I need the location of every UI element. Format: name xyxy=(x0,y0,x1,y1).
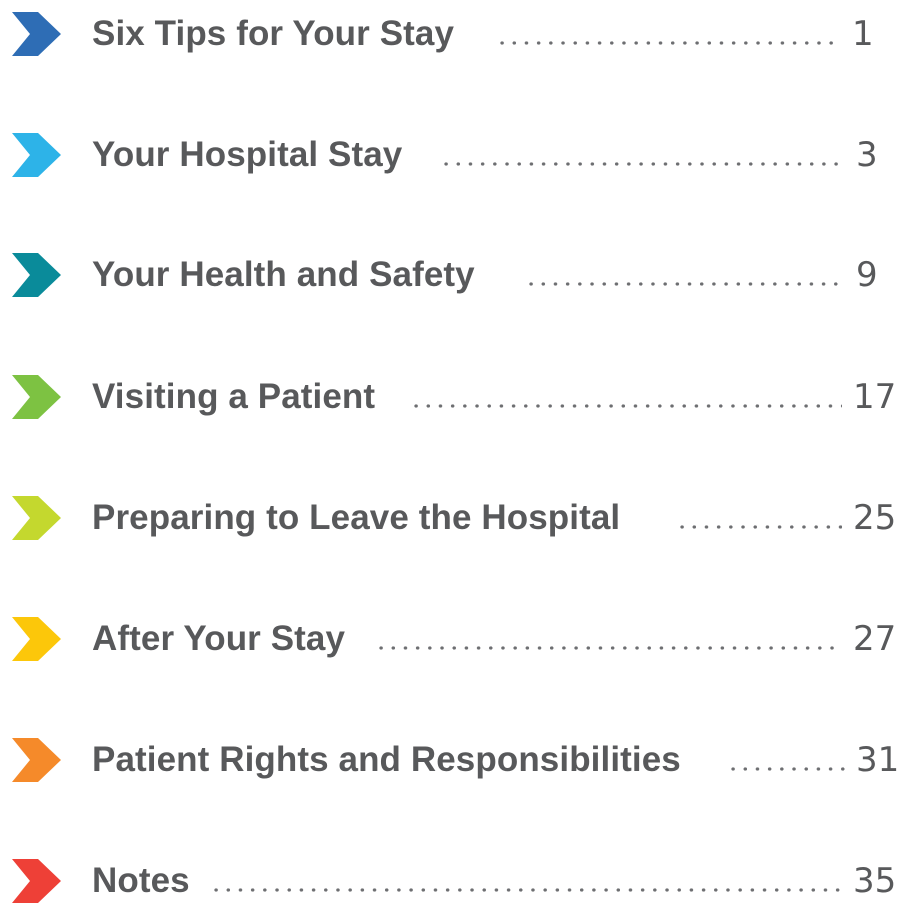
chevron-right-icon xyxy=(12,375,61,419)
toc-entry-title: Your Health and Safety xyxy=(92,255,475,294)
dot-leader xyxy=(210,887,845,893)
toc-entry-title: Preparing to Leave the Hospital xyxy=(92,498,621,537)
chevron-shape xyxy=(12,496,61,540)
chevron-right-icon xyxy=(12,253,61,297)
chevron-shape xyxy=(12,859,61,903)
toc-entry-title: After Your Stay xyxy=(92,619,346,658)
toc-entry-title: Six Tips for Your Stay xyxy=(92,14,455,53)
chevron-shape xyxy=(12,12,61,56)
dot-leader xyxy=(727,766,845,772)
chevron-shape xyxy=(12,133,61,177)
chevron-right-icon xyxy=(12,12,61,56)
dot-leader xyxy=(496,40,841,46)
chevron-right-icon xyxy=(12,738,61,782)
dot-leader xyxy=(525,281,845,287)
chevron-right-icon xyxy=(12,496,61,540)
toc-page-number: 27 xyxy=(853,619,897,659)
toc-page-number: 25 xyxy=(853,498,897,538)
toc-entry-patient-rights[interactable]: Patient Rights and Responsibilities 31 xyxy=(0,730,903,790)
dot-leader xyxy=(676,524,842,530)
toc-entry-visiting-patient[interactable]: Visiting a Patient 17 xyxy=(0,367,903,427)
toc-entry-title: Your Hospital Stay xyxy=(92,135,403,174)
toc-entry-title: Notes xyxy=(92,861,190,900)
chevron-right-icon xyxy=(12,859,61,903)
chevron-shape xyxy=(12,617,61,661)
chevron-shape xyxy=(12,375,61,419)
table-of-contents: Six Tips for Your Stay 1 Your Hospital S… xyxy=(0,0,903,905)
toc-entry-after-stay[interactable]: After Your Stay 27 xyxy=(0,609,903,669)
toc-entry-six-tips[interactable]: Six Tips for Your Stay 1 xyxy=(0,4,903,64)
dot-leader xyxy=(375,645,842,651)
dot-leader xyxy=(410,403,842,409)
toc-entry-preparing-leave[interactable]: Preparing to Leave the Hospital 25 xyxy=(0,488,903,548)
toc-entry-health-safety[interactable]: Your Health and Safety 9 xyxy=(0,245,903,305)
chevron-shape xyxy=(12,738,61,782)
chevron-right-icon xyxy=(12,133,61,177)
toc-entry-notes[interactable]: Notes 35 xyxy=(0,851,903,911)
dot-leader xyxy=(440,161,845,167)
toc-page-number: 3 xyxy=(856,135,878,175)
chevron-right-icon xyxy=(12,617,61,661)
toc-entry-title: Patient Rights and Responsibilities xyxy=(92,740,681,779)
toc-page-number: 17 xyxy=(853,377,897,417)
toc-page-number: 1 xyxy=(852,14,874,54)
toc-page-number: 9 xyxy=(856,255,878,295)
chevron-shape xyxy=(12,253,61,297)
toc-entry-title: Visiting a Patient xyxy=(92,377,376,416)
toc-page-number: 35 xyxy=(853,861,897,901)
toc-page-number: 31 xyxy=(856,740,900,780)
toc-entry-hospital-stay[interactable]: Your Hospital Stay 3 xyxy=(0,125,903,185)
